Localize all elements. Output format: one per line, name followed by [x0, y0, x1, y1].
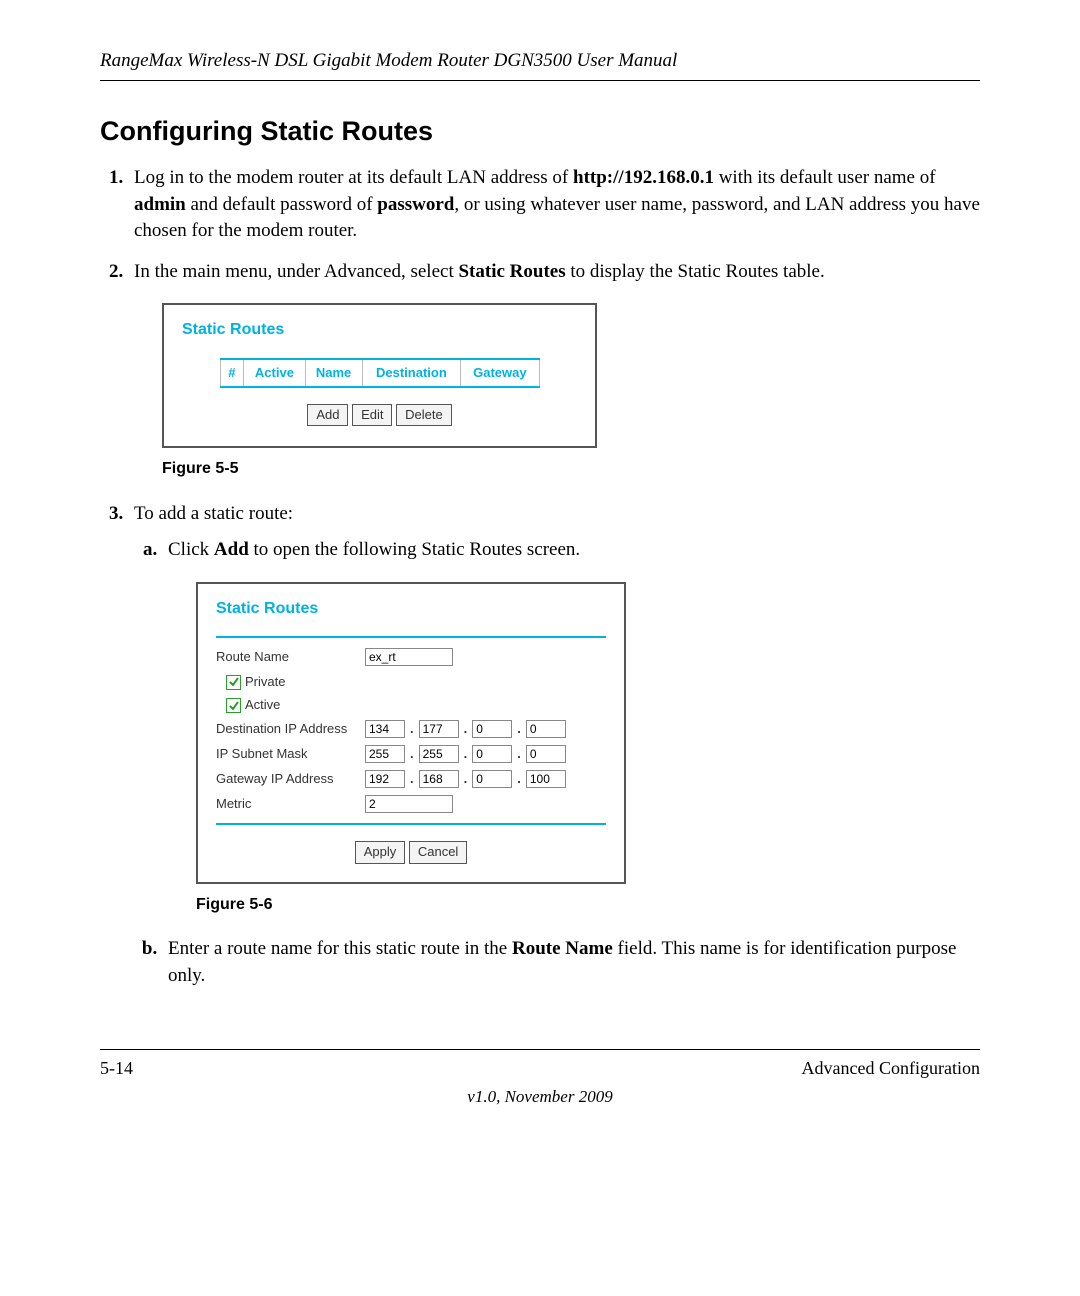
dest-oct-2[interactable] [419, 720, 459, 738]
footer-rule [100, 1049, 980, 1050]
figure2-title: Static Routes [216, 598, 606, 620]
step-3a: Click Add to open the following Static R… [162, 537, 980, 916]
subnet-oct-1[interactable] [365, 745, 405, 763]
dest-oct-4[interactable] [526, 720, 566, 738]
gateway-oct-4[interactable] [526, 770, 566, 788]
step3a-bold: Add [214, 539, 249, 560]
step1-admin: admin [134, 194, 186, 215]
dot-icon: . [516, 720, 522, 738]
col-num: # [220, 359, 244, 387]
apply-button[interactable]: Apply [355, 841, 406, 863]
label-subnet: IP Subnet Mask [216, 745, 361, 763]
col-name: Name [305, 359, 362, 387]
step2-pre: In the main menu, under Advanced, select [134, 261, 458, 282]
step1-pre: Log in to the modem router at its defaul… [134, 167, 573, 188]
label-dest-ip: Destination IP Address [216, 720, 361, 738]
step1-url: http://192.168.0.1 [573, 167, 714, 188]
dot-icon: . [409, 745, 415, 763]
step3b-pre: Enter a route name for this static route… [168, 938, 512, 959]
figure1-panel: Static Routes # Active Name Destination … [162, 303, 597, 448]
dot-icon: . [409, 720, 415, 738]
delete-button[interactable]: Delete [396, 404, 452, 426]
step3b-bold: Route Name [512, 938, 613, 959]
col-gateway: Gateway [461, 359, 539, 387]
step1-mid1: with its default user name of [714, 167, 936, 188]
dot-icon: . [463, 770, 469, 788]
figure1-title: Static Routes [182, 319, 577, 341]
dot-icon: . [409, 770, 415, 788]
step3a-post: to open the following Static Routes scre… [249, 539, 580, 560]
footer-section: Advanced Configuration [802, 1058, 980, 1079]
col-destination: Destination [362, 359, 461, 387]
footer-version: v1.0, November 2009 [100, 1087, 980, 1107]
subnet-oct-4[interactable] [526, 745, 566, 763]
dot-icon: . [516, 770, 522, 788]
step3-text: To add a static route: [134, 503, 293, 524]
step-2: In the main menu, under Advanced, select… [128, 259, 980, 481]
label-gateway: Gateway IP Address [216, 770, 361, 788]
step1-password: password [377, 194, 454, 215]
label-route-name: Route Name [216, 648, 361, 666]
header-rule [100, 80, 980, 81]
routes-table: # Active Name Destination Gateway [220, 358, 540, 388]
dot-icon: . [516, 745, 522, 763]
add-button[interactable]: Add [307, 404, 348, 426]
edit-button[interactable]: Edit [352, 404, 392, 426]
subnet-oct-3[interactable] [472, 745, 512, 763]
dot-icon: . [463, 720, 469, 738]
col-active: Active [244, 359, 305, 387]
step2-bold: Static Routes [458, 261, 565, 282]
dest-oct-1[interactable] [365, 720, 405, 738]
figure2-caption: Figure 5-6 [196, 894, 980, 916]
dot-icon: . [463, 745, 469, 763]
subnet-oct-2[interactable] [419, 745, 459, 763]
footer-page: 5-14 [100, 1058, 133, 1079]
step2-post: to display the Static Routes table. [566, 261, 825, 282]
checkbox-active[interactable] [226, 698, 241, 713]
step-3: To add a static route: Click Add to open… [128, 501, 980, 990]
gateway-oct-2[interactable] [419, 770, 459, 788]
label-active: Active [245, 696, 280, 714]
input-metric[interactable] [365, 795, 453, 813]
step-3b: Enter a route name for this static route… [162, 936, 980, 989]
step-1: Log in to the modem router at its defaul… [128, 165, 980, 245]
header-title: RangeMax Wireless-N DSL Gigabit Modem Ro… [100, 50, 980, 72]
footer: 5-14 Advanced Configuration v1.0, Novemb… [100, 1049, 980, 1107]
section-heading: Configuring Static Routes [100, 116, 980, 147]
figure1-caption: Figure 5-5 [162, 458, 980, 480]
label-private: Private [245, 673, 285, 691]
gateway-oct-3[interactable] [472, 770, 512, 788]
label-metric: Metric [216, 795, 361, 813]
figure2-panel: Static Routes Route Name Private [196, 582, 626, 884]
input-route-name[interactable] [365, 648, 453, 666]
dest-oct-3[interactable] [472, 720, 512, 738]
step3a-pre: Click [168, 539, 214, 560]
step1-mid2: and default password of [186, 194, 378, 215]
checkbox-private[interactable] [226, 675, 241, 690]
cancel-button[interactable]: Cancel [409, 841, 467, 863]
gateway-oct-1[interactable] [365, 770, 405, 788]
